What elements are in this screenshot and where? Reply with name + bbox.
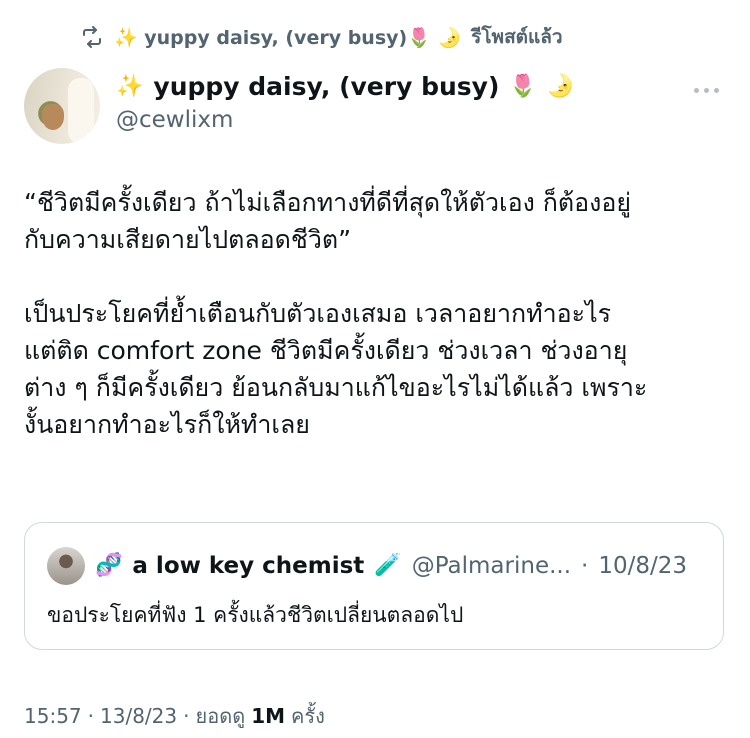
quote-header: 🧬 a low key chemist 🧪 @Palmarine... · 10… xyxy=(47,547,687,585)
tweet-date[interactable]: 13/8/23 xyxy=(100,704,177,728)
views-suffix: ครั้ง xyxy=(291,704,325,728)
tweet-header: ✨ yuppy daisy, (very busy) 🌷 🌛 @cewlixm xyxy=(24,68,730,148)
tweet-time[interactable]: 15:57 xyxy=(24,704,82,728)
more-dot-icon xyxy=(703,87,709,93)
quote-tweet-card[interactable]: 🧬 a low key chemist 🧪 @Palmarine... · 10… xyxy=(24,522,724,650)
quote-author-handle[interactable]: @Palmarine... xyxy=(412,553,571,579)
retweet-label: รีโพสต์แล้ว xyxy=(471,26,563,48)
footer-separator: · xyxy=(183,704,190,728)
tweet-line: แต่ติด comfort zone ชีวิตมีครั้งเดียว ช่… xyxy=(24,336,628,365)
tweet-line: “ชีวิตมีครั้งเดียว ถ้าไม่เลือกทางที่ดีที… xyxy=(24,188,632,217)
sparkles-emoji: ✨ xyxy=(116,73,144,99)
more-dot-icon xyxy=(693,87,699,93)
author-handle[interactable]: @cewlixm xyxy=(116,107,574,133)
tweet-footer: 15:57 · 13/8/23 · ยอดดู 1M ครั้ง xyxy=(24,700,325,732)
moon-emoji: 🌛 xyxy=(546,73,575,99)
views-label: ยอดดู xyxy=(195,704,246,728)
retweet-icon xyxy=(80,25,104,49)
tweet-line: กับความเสียดายไปตลอดชีวิต” xyxy=(24,225,352,254)
quote-date[interactable]: 10/8/23 xyxy=(598,553,687,579)
more-dot-icon xyxy=(713,87,719,93)
retweet-user-name[interactable]: ✨ yuppy daisy, (very busy)🌷 🌛 xyxy=(114,26,461,49)
quote-separator: · xyxy=(581,553,589,579)
tweet-line: งั้นอยากทำอะไรก็ให้ทำเลย xyxy=(24,410,310,439)
tweet-line: เป็นประโยคที่ย้ำเตือนกับตัวเองเสมอ เวลาอ… xyxy=(24,299,612,328)
tweet-text: “ชีวิตมีครั้งเดียว ถ้าไม่เลือกทางที่ดีที… xyxy=(24,184,729,443)
test-tube-emoji: 🧪 xyxy=(374,553,402,578)
author-block: ✨ yuppy daisy, (very busy) 🌷 🌛 @cewlixm xyxy=(116,72,574,133)
avatar-arm-shape xyxy=(68,78,94,144)
retweet-indicator[interactable]: ✨ yuppy daisy, (very busy)🌷 🌛 รีโพสต์แล้… xyxy=(80,22,563,52)
views-count: 1M xyxy=(251,704,286,728)
author-name-text[interactable]: yuppy daisy, (very busy) xyxy=(153,72,499,101)
tweet-line: ต่าง ๆ ก็มีครั้งเดียว ย้อนกลับมาแก้ไขอะไ… xyxy=(24,373,648,402)
more-options-button[interactable] xyxy=(690,82,722,98)
quote-avatar[interactable] xyxy=(47,547,85,585)
avatar-bag-shape xyxy=(42,104,64,130)
footer-separator: · xyxy=(87,704,94,728)
avatar[interactable] xyxy=(24,68,100,144)
tulip-emoji: 🌷 xyxy=(509,73,537,99)
quote-author-name[interactable]: a low key chemist xyxy=(132,553,364,579)
dna-emoji: 🧬 xyxy=(95,553,123,578)
author-display-name[interactable]: ✨ yuppy daisy, (very busy) 🌷 🌛 xyxy=(116,72,574,101)
quote-text: ขอประโยคที่ฟัง 1 ครั้งแล้วชีวิตเปลี่ยนตล… xyxy=(47,603,464,627)
